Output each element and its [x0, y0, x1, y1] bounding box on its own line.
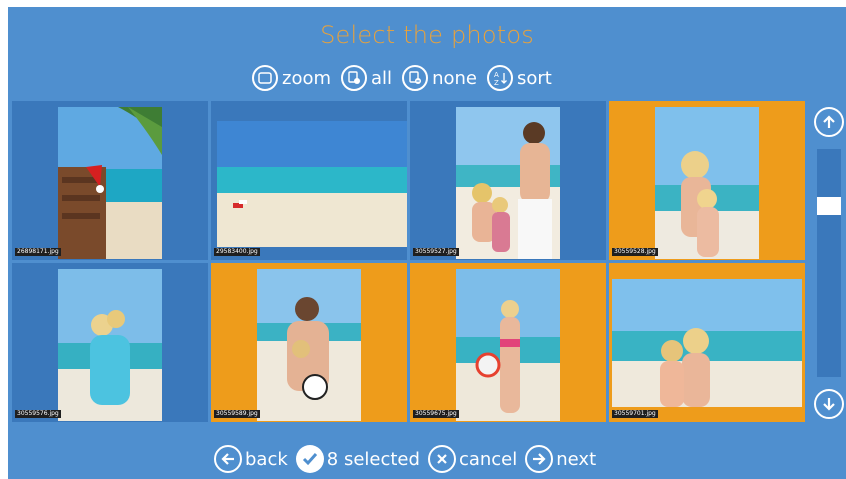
scroll-down-button[interactable]: [814, 389, 844, 419]
next-button[interactable]: next: [525, 445, 596, 473]
photo-grid: 26898171.jpg 29583400.jpg 30559527.jpg 3…: [12, 101, 805, 422]
photo-thumbnail: [217, 121, 407, 247]
photo-picker-window: Select the photos zoom all none AZ sort: [8, 7, 846, 479]
photo-thumbnail: [58, 107, 162, 259]
photo-filename: 26898171.jpg: [15, 248, 61, 256]
photo-filename: 29583400.jpg: [214, 248, 260, 256]
photo-tile[interactable]: 30559528.jpg: [609, 101, 805, 260]
svg-text:A: A: [494, 71, 499, 79]
photo-thumbnail: [612, 279, 802, 407]
photo-filename: 30559589.jpg: [214, 410, 260, 418]
photo-thumbnail: [456, 269, 560, 421]
photo-tile[interactable]: 30559576.jpg: [12, 263, 208, 422]
back-button[interactable]: back: [214, 445, 288, 473]
photo-thumbnail: [655, 107, 759, 259]
vertical-scrollbar[interactable]: [814, 107, 844, 427]
scrollbar-track[interactable]: [817, 149, 841, 377]
select-none-icon: [402, 65, 429, 91]
arrow-up-icon: [823, 115, 835, 128]
photo-tile[interactable]: 30559589.jpg: [211, 263, 407, 422]
back-label: back: [245, 448, 288, 470]
zoom-button[interactable]: zoom: [252, 65, 331, 91]
photo-thumbnail: [456, 107, 560, 259]
selected-count: 8 selected: [295, 445, 420, 473]
photo-tile[interactable]: 26898171.jpg: [12, 101, 208, 260]
sort-az-icon: AZ: [486, 65, 513, 91]
checkmark-icon: [295, 445, 324, 473]
photo-tile[interactable]: 29583400.jpg: [211, 101, 407, 260]
bottom-bar: back 8 selected cancel next: [214, 443, 596, 475]
page-title: Select the photos: [320, 21, 534, 49]
selected-count-label: 8 selected: [326, 448, 420, 470]
select-none-button[interactable]: none: [402, 65, 477, 91]
photo-tile[interactable]: 30559701.jpg: [609, 263, 805, 422]
select-none-label: none: [432, 67, 477, 89]
next-label: next: [556, 448, 597, 470]
sort-label: sort: [516, 67, 552, 89]
toolbar: zoom all none AZ sort: [252, 63, 552, 93]
scrollbar-thumb[interactable]: [817, 197, 841, 215]
cancel-button[interactable]: cancel: [427, 445, 518, 473]
svg-text:Z: Z: [494, 79, 499, 86]
photo-filename: 30559528.jpg: [612, 248, 658, 256]
cancel-label: cancel: [458, 448, 518, 470]
scroll-up-button[interactable]: [814, 107, 844, 137]
close-icon: [427, 445, 456, 473]
sort-button[interactable]: AZ sort: [486, 65, 552, 91]
select-all-label: all: [371, 67, 393, 89]
photo-thumbnail: [257, 269, 361, 421]
photo-filename: 30559675.jpg: [413, 410, 459, 418]
zoom-icon: [252, 65, 278, 91]
photo-filename: 30559701.jpg: [612, 410, 658, 418]
arrow-left-icon: [214, 445, 242, 473]
select-all-button[interactable]: all: [341, 65, 392, 91]
zoom-label: zoom: [282, 67, 332, 89]
select-all-icon: [341, 65, 368, 91]
photo-tile[interactable]: 30559675.jpg: [410, 263, 606, 422]
arrow-down-icon: [823, 398, 835, 411]
photo-tile[interactable]: 30559527.jpg: [410, 101, 606, 260]
photo-thumbnail: [58, 269, 162, 421]
photo-filename: 30559576.jpg: [15, 410, 61, 418]
arrow-right-icon: [525, 445, 554, 473]
photo-filename: 30559527.jpg: [413, 248, 459, 256]
